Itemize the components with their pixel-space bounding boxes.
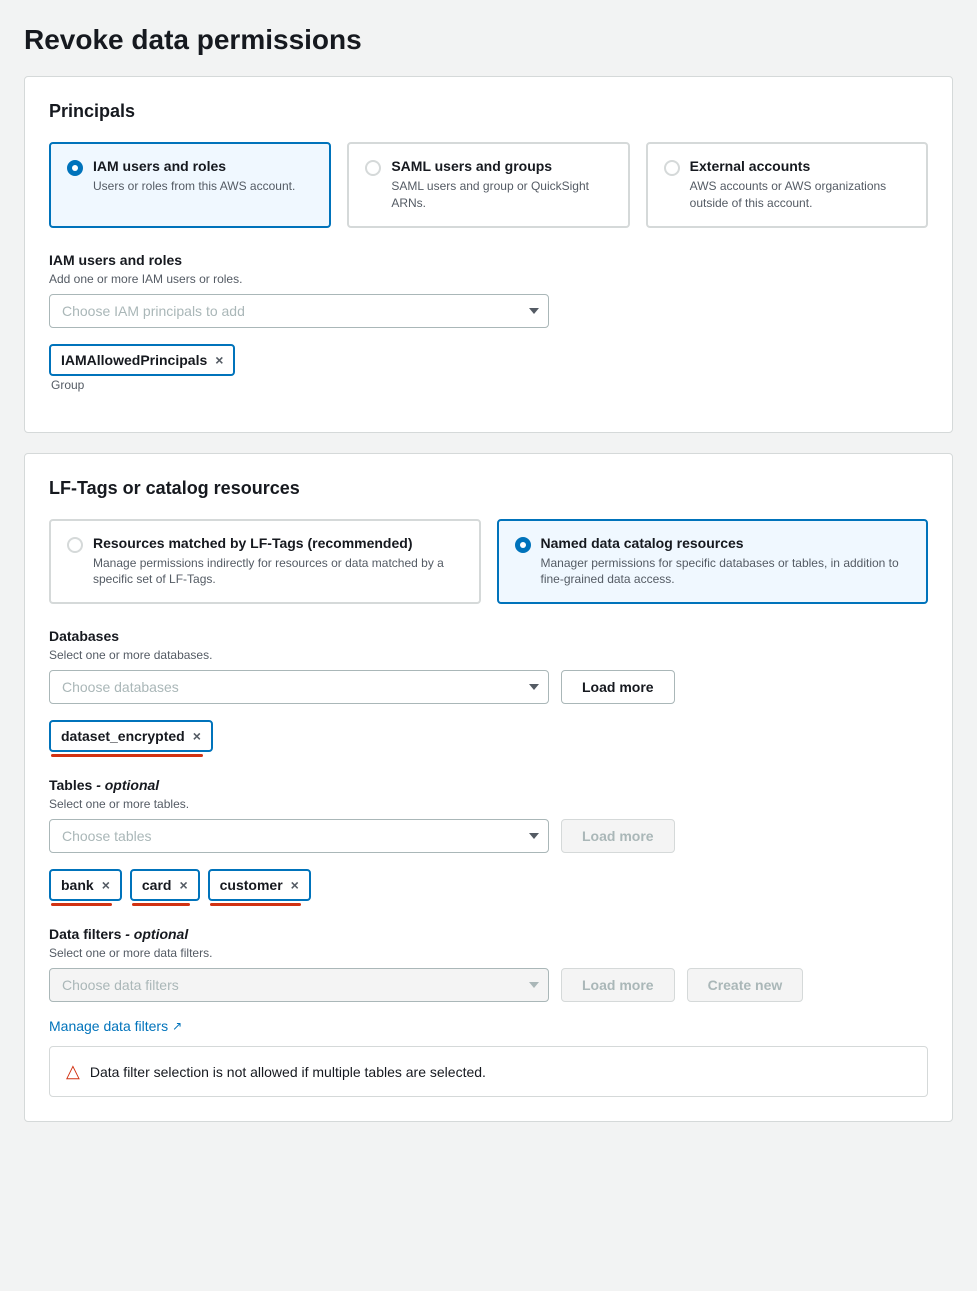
databases-section: Databases Select one or more databases. … — [49, 628, 928, 757]
radio-saml-circle — [365, 160, 381, 176]
table-bank-underline — [51, 903, 112, 906]
databases-load-more-button[interactable]: Load more — [561, 670, 675, 704]
data-filters-sublabel: Select one or more data filters. — [49, 946, 928, 960]
principals-card: Principals IAM users and roles Users or … — [24, 76, 953, 433]
radio-saml-desc: SAML users and group or QuickSight ARNs. — [391, 178, 611, 212]
table-tag-bank-box: bank × — [49, 869, 122, 901]
radio-external[interactable]: External accounts AWS accounts or AWS or… — [646, 142, 928, 228]
database-tag-underline — [51, 754, 203, 757]
iam-field-label: IAM users and roles — [49, 252, 928, 268]
data-filters-select-row: Choose data filters Load more Create new — [49, 968, 928, 1002]
radio-saml[interactable]: SAML users and groups SAML users and gro… — [347, 142, 629, 228]
table-tag-bank: bank × — [49, 861, 130, 906]
iam-select-wrapper: Choose IAM principals to add — [49, 294, 549, 328]
radio-saml-label: SAML users and groups — [391, 158, 611, 174]
radio-iam-desc: Users or roles from this AWS account. — [93, 178, 295, 195]
data-filters-select-wrapper: Choose data filters — [49, 968, 549, 1002]
iam-tags-row: IAMAllowedPrincipals × Group — [49, 336, 928, 400]
iam-tag: IAMAllowedPrincipals × Group — [49, 336, 243, 400]
iam-select-row: Choose IAM principals to add — [49, 294, 928, 328]
radio-external-label: External accounts — [690, 158, 910, 174]
radio-named-circle — [515, 537, 531, 553]
database-tag-close-button[interactable]: × — [193, 729, 201, 743]
databases-tags-row: dataset_encrypted × — [49, 712, 928, 757]
radio-named-desc: Manager permissions for specific databas… — [541, 555, 911, 589]
iam-field: IAM users and roles Add one or more IAM … — [49, 252, 928, 400]
radio-named[interactable]: Named data catalog resources Manager per… — [497, 519, 929, 605]
table-tag-customer-close-button[interactable]: × — [291, 878, 299, 892]
radio-iam-circle — [67, 160, 83, 176]
radio-external-desc: AWS accounts or AWS organizations outsid… — [690, 178, 910, 212]
principals-radio-group: IAM users and roles Users or roles from … — [49, 142, 928, 228]
table-tag-customer-text: customer — [220, 877, 283, 893]
table-tag-card: card × — [130, 861, 208, 906]
radio-lf-tags[interactable]: Resources matched by LF-Tags (recommende… — [49, 519, 481, 605]
data-filters-select-input[interactable]: Choose data filters — [49, 968, 549, 1002]
table-tag-card-box: card × — [130, 869, 200, 901]
warning-icon: △ — [66, 1061, 80, 1082]
page-title: Revoke data permissions — [24, 24, 953, 56]
table-card-underline — [132, 903, 190, 906]
tables-sublabel: Select one or more tables. — [49, 797, 928, 811]
radio-lf-tags-content: Resources matched by LF-Tags (recommende… — [93, 535, 463, 589]
databases-sublabel: Select one or more databases. — [49, 648, 928, 662]
radio-external-circle — [664, 160, 680, 176]
radio-external-content: External accounts AWS accounts or AWS or… — [690, 158, 910, 212]
iam-tag-text: IAMAllowedPrincipals — [61, 352, 207, 368]
radio-lf-tags-desc: Manage permissions indirectly for resour… — [93, 555, 463, 589]
data-filters-load-more-button: Load more — [561, 968, 675, 1002]
databases-select-row: Choose databases Load more — [49, 670, 928, 704]
radio-named-label: Named data catalog resources — [541, 535, 911, 551]
manage-data-filters-link-text: Manage data filters — [49, 1018, 168, 1034]
tables-label: Tables - optional — [49, 777, 928, 793]
principals-card-title: Principals — [49, 101, 928, 122]
lf-tags-card: LF-Tags or catalog resources Resources m… — [24, 453, 953, 1123]
data-filters-section: Data filters - optional Select one or mo… — [49, 926, 928, 1002]
iam-select-input[interactable]: Choose IAM principals to add — [49, 294, 549, 328]
manage-data-filters-link[interactable]: Manage data filters ↗ — [49, 1018, 182, 1034]
tables-select-input[interactable]: Choose tables — [49, 819, 549, 853]
iam-tag-sublabel: Group — [51, 378, 243, 392]
databases-select-input[interactable]: Choose databases — [49, 670, 549, 704]
table-tag-card-text: card — [142, 877, 172, 893]
radio-iam[interactable]: IAM users and roles Users or roles from … — [49, 142, 331, 228]
table-tag-bank-close-button[interactable]: × — [102, 878, 110, 892]
tables-select-row: Choose tables Load more — [49, 819, 928, 853]
warning-text: Data filter selection is not allowed if … — [90, 1064, 486, 1080]
databases-label: Databases — [49, 628, 928, 644]
iam-tag-close-button[interactable]: × — [215, 353, 223, 367]
warning-box: △ Data filter selection is not allowed i… — [49, 1046, 928, 1097]
tables-load-more-button: Load more — [561, 819, 675, 853]
lf-radio-group: Resources matched by LF-Tags (recommende… — [49, 519, 928, 605]
tables-select-wrapper: Choose tables — [49, 819, 549, 853]
database-tag-dataset-encrypted: dataset_encrypted × — [49, 712, 221, 757]
database-tag-box: dataset_encrypted × — [49, 720, 213, 752]
databases-select-wrapper: Choose databases — [49, 670, 549, 704]
database-tag-text: dataset_encrypted — [61, 728, 185, 744]
data-filters-label: Data filters - optional — [49, 926, 928, 942]
radio-saml-content: SAML users and groups SAML users and gro… — [391, 158, 611, 212]
radio-iam-content: IAM users and roles Users or roles from … — [93, 158, 295, 195]
table-tag-customer: customer × — [208, 861, 319, 906]
table-customer-underline — [210, 903, 301, 906]
radio-lf-tags-circle — [67, 537, 83, 553]
iam-tag-box: IAMAllowedPrincipals × — [49, 344, 235, 376]
lf-tags-card-title: LF-Tags or catalog resources — [49, 478, 928, 499]
table-tag-bank-text: bank — [61, 877, 94, 893]
radio-iam-label: IAM users and roles — [93, 158, 295, 174]
external-link-icon: ↗ — [172, 1019, 182, 1033]
table-tag-customer-box: customer × — [208, 869, 311, 901]
radio-named-content: Named data catalog resources Manager per… — [541, 535, 911, 589]
iam-field-sublabel: Add one or more IAM users or roles. — [49, 272, 928, 286]
tables-section: Tables - optional Select one or more tab… — [49, 777, 928, 906]
data-filters-create-new-button: Create new — [687, 968, 804, 1002]
radio-lf-tags-label: Resources matched by LF-Tags (recommende… — [93, 535, 463, 551]
tables-tags-row: bank × card × customer × — [49, 861, 928, 906]
table-tag-card-close-button[interactable]: × — [179, 878, 187, 892]
